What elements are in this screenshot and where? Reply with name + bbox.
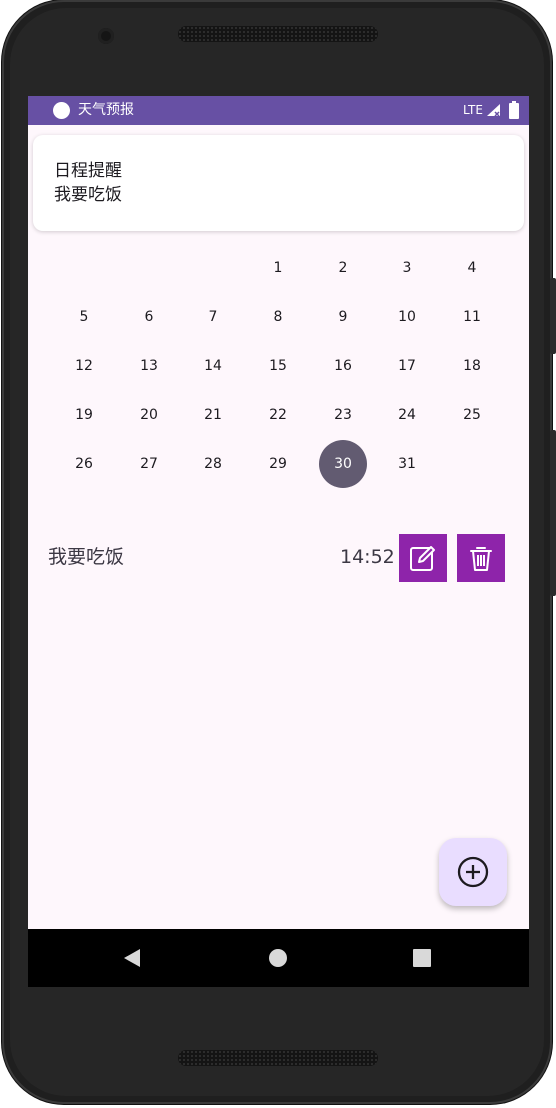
delete-event-button[interactable] [457, 534, 505, 582]
calendar-day[interactable]: 8 [254, 293, 302, 341]
status-bar: 天气预报 LTE [28, 96, 529, 125]
calendar-day[interactable]: 4 [448, 244, 496, 292]
app-screen: 天气预报 LTE 日程提醒 我要吃饭 1 2 3 4 5 6 7 8 9 10 … [28, 96, 529, 987]
calendar-day[interactable]: 17 [383, 342, 431, 390]
recents-button[interactable] [410, 946, 434, 970]
reminder-message: 我要吃饭 [54, 185, 122, 205]
notification-dot-icon [53, 102, 70, 119]
phone-device-frame: 天气预报 LTE 日程提醒 我要吃饭 1 2 3 4 5 6 7 8 9 10 … [2, 0, 556, 1104]
calendar-day[interactable]: 15 [254, 342, 302, 390]
calendar-day[interactable]: 18 [448, 342, 496, 390]
calendar-day[interactable]: 9 [319, 293, 367, 341]
calendar-day[interactable]: 13 [125, 342, 173, 390]
calendar-day[interactable]: 3 [383, 244, 431, 292]
home-circle-icon [269, 949, 287, 967]
trash-icon [470, 547, 492, 571]
calendar-day[interactable]: 16 [319, 342, 367, 390]
calendar-day[interactable]: 1 [254, 244, 302, 292]
calendar-grid: 1 2 3 4 5 6 7 8 9 10 11 12 13 14 15 16 1… [46, 244, 497, 489]
calendar-day[interactable]: 5 [60, 293, 108, 341]
volume-button [550, 430, 556, 596]
battery-icon [509, 101, 519, 119]
calendar-day[interactable]: 24 [383, 391, 431, 439]
home-button[interactable] [266, 946, 290, 970]
event-description: 我要吃饭 [48, 546, 125, 568]
calendar-day[interactable]: 14 [189, 342, 237, 390]
calendar-day[interactable]: 20 [125, 391, 173, 439]
bottom-speaker [178, 1050, 378, 1066]
add-event-fab[interactable] [439, 838, 507, 906]
back-triangle-icon [124, 949, 140, 967]
signal-icon [487, 104, 500, 117]
recents-square-icon [413, 949, 431, 967]
calendar-day[interactable]: 27 [125, 440, 173, 488]
calendar-day[interactable]: 10 [383, 293, 431, 341]
calendar-day[interactable]: 26 [60, 440, 108, 488]
calendar-day[interactable]: 31 [383, 440, 431, 488]
calendar-day[interactable]: 23 [319, 391, 367, 439]
edit-icon [410, 546, 435, 571]
notification-app-title: 天气预报 [78, 102, 134, 118]
calendar-day[interactable]: 2 [319, 244, 367, 292]
system-navigation-bar [28, 929, 529, 987]
calendar-day[interactable]: 21 [189, 391, 237, 439]
network-type-label: LTE [463, 103, 483, 117]
calendar-day[interactable]: 25 [448, 391, 496, 439]
calendar-day[interactable]: 19 [60, 391, 108, 439]
schedule-event-row[interactable]: 我要吃饭 14:52 [28, 533, 529, 583]
add-circle-icon [457, 856, 489, 888]
reminder-notification-card[interactable]: 日程提醒 我要吃饭 [33, 135, 524, 231]
event-time: 14:52 [340, 546, 395, 568]
top-speaker [178, 26, 378, 42]
calendar-day[interactable]: 29 [254, 440, 302, 488]
calendar-day[interactable]: 6 [125, 293, 173, 341]
calendar-day[interactable]: 7 [189, 293, 237, 341]
edit-event-button[interactable] [399, 534, 447, 582]
calendar-day[interactable]: 12 [60, 342, 108, 390]
power-button [550, 278, 556, 354]
front-camera [98, 28, 114, 44]
calendar-day[interactable]: 11 [448, 293, 496, 341]
calendar-day[interactable]: 28 [189, 440, 237, 488]
back-button[interactable] [120, 946, 144, 970]
calendar-day-selected[interactable]: 30 [319, 440, 367, 488]
reminder-title: 日程提醒 [54, 161, 122, 181]
calendar-day[interactable]: 22 [254, 391, 302, 439]
